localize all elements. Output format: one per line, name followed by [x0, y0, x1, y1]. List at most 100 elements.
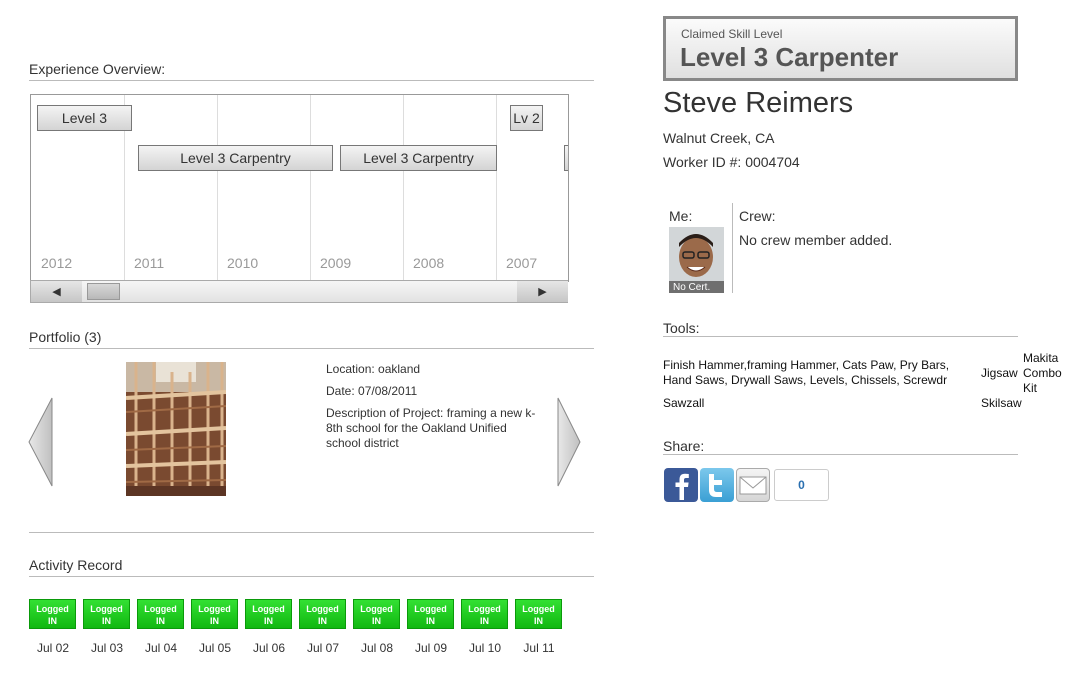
tool-skilsaw: Skilsaw	[981, 396, 1022, 410]
timeline-year-label: 2007	[506, 255, 538, 271]
badge-label: IN	[48, 616, 57, 626]
divider	[29, 80, 594, 81]
badge-label: Logged	[306, 604, 339, 614]
timeline-year-label: 2012	[41, 255, 73, 271]
logged-in-badge[interactable]: Logged IN	[407, 599, 454, 629]
share-title: Share:	[663, 438, 705, 454]
experience-timeline[interactable]: 2012 2011 2010 2009 2008 2007 Level 3 Le…	[30, 94, 569, 282]
logged-in-badge[interactable]: Logged IN	[191, 599, 238, 629]
timeline-gridline	[310, 95, 311, 281]
timeline-bar[interactable]: Lv 2	[510, 105, 543, 131]
scroll-left-button[interactable]: ◀	[31, 281, 82, 302]
tool-makita: Makita Combo Kit	[1023, 351, 1062, 395]
portfolio-location: Location: oakland	[326, 362, 421, 376]
scroll-thumb[interactable]	[87, 283, 120, 300]
activity-date: Jul 11	[523, 641, 555, 655]
facebook-share-button[interactable]	[664, 468, 698, 502]
timeline-year-label: 2008	[413, 255, 445, 271]
logged-in-badge[interactable]: Logged IN	[461, 599, 508, 629]
worker-id: Worker ID #: 0004704	[663, 154, 800, 170]
logged-in-badge[interactable]: Logged IN	[29, 599, 76, 629]
portfolio-date: Date: 07/08/2011	[326, 384, 418, 398]
logged-in-badge[interactable]: Logged IN	[245, 599, 292, 629]
timeline-gridline	[217, 95, 218, 281]
logged-in-badge[interactable]: Logged IN	[353, 599, 400, 629]
logged-in-badge[interactable]: Logged IN	[137, 599, 184, 629]
envelope-icon	[739, 476, 767, 495]
divider	[663, 336, 1018, 337]
activity-record-title: Activity Record	[29, 557, 123, 573]
timeline-scrollbar[interactable]: ◀ ▶	[30, 280, 568, 303]
facebook-icon	[675, 473, 689, 500]
tools-list-line: Finish Hammer,framing Hammer, Cats Paw, …	[663, 358, 950, 372]
crew-text: No crew member added.	[739, 232, 893, 248]
activity-date: Jul 09	[414, 641, 448, 655]
activity-date: Jul 02	[36, 641, 70, 655]
tool-sawzall: Sawzall	[663, 396, 705, 410]
arrow-right-icon: ▶	[538, 286, 547, 298]
timeline-year-label: 2009	[320, 255, 352, 271]
activity-date: Jul 08	[360, 641, 394, 655]
badge-label: Logged	[468, 604, 501, 614]
timeline-gridline	[496, 95, 497, 281]
badge-label: IN	[210, 616, 219, 626]
no-cert-label: No Cert.	[673, 282, 711, 293]
crew-label: Crew:	[739, 208, 776, 224]
timeline-bar[interactable]: Level 3 Carpentry	[340, 145, 497, 171]
badge-label: Logged	[522, 604, 555, 614]
logged-in-badge[interactable]: Logged IN	[515, 599, 562, 629]
badge-label: Logged	[90, 604, 123, 614]
worker-location: Walnut Creek, CA	[663, 130, 775, 146]
divider	[29, 348, 594, 349]
badge-label: Logged	[144, 604, 177, 614]
tool-jigsaw: Jigsaw	[981, 366, 1018, 380]
scroll-right-button[interactable]: ▶	[517, 281, 568, 302]
email-share-button[interactable]	[736, 468, 770, 502]
twitter-share-button[interactable]	[700, 468, 734, 502]
divider	[732, 203, 733, 293]
timeline-bar-partial[interactable]	[564, 145, 568, 171]
tools-title: Tools:	[663, 320, 700, 336]
timeline-bar[interactable]: Level 3 Carpentry	[138, 145, 333, 171]
portfolio-title: Portfolio (3)	[29, 329, 102, 345]
timeline-bar[interactable]: Level 3	[37, 105, 132, 131]
avatar[interactable]: No Cert.	[669, 227, 724, 293]
activity-date: Jul 03	[90, 641, 124, 655]
construction-framing-image	[126, 362, 226, 496]
badge-label: IN	[426, 616, 435, 626]
badge-label: IN	[156, 616, 165, 626]
timeline-year-label: 2010	[227, 255, 259, 271]
activity-date: Jul 10	[468, 641, 502, 655]
divider	[29, 576, 594, 577]
claimed-skill-level-box: Claimed Skill Level Level 3 Carpenter	[663, 16, 1018, 81]
divider	[663, 454, 1018, 455]
skill-level: Level 3 Carpenter	[680, 42, 899, 72]
worker-name: Steve Reimers	[663, 87, 854, 119]
badge-label: IN	[480, 616, 489, 626]
experience-overview-title: Experience Overview:	[29, 61, 166, 77]
timeline-gridline	[403, 95, 404, 281]
portfolio-description: Description of Project: framing a new k-…	[326, 406, 536, 450]
previous-arrow-icon[interactable]	[28, 397, 54, 489]
arrow-left-icon: ◀	[52, 286, 61, 298]
divider	[29, 532, 594, 533]
badge-label: Logged	[36, 604, 69, 614]
me-label: Me:	[669, 208, 693, 224]
logged-in-badge[interactable]: Logged IN	[299, 599, 346, 629]
tools-list-line: Hand Saws, Drywall Saws, Levels, Chissel…	[663, 373, 948, 387]
badge-label: Logged	[252, 604, 285, 614]
badge-label: IN	[318, 616, 327, 626]
twitter-icon	[709, 474, 722, 497]
badge-label: IN	[534, 616, 543, 626]
badge-label: Logged	[360, 604, 393, 614]
next-arrow-icon[interactable]	[556, 397, 582, 489]
portfolio-photo[interactable]	[126, 362, 226, 496]
logged-in-badge[interactable]: Logged IN	[83, 599, 130, 629]
activity-date: Jul 07	[306, 641, 340, 655]
skill-caption: Claimed Skill Level	[681, 27, 783, 41]
activity-date: Jul 06	[252, 641, 286, 655]
badge-label: IN	[264, 616, 273, 626]
timeline-year-label: 2011	[134, 255, 165, 271]
activity-date: Jul 04	[144, 641, 178, 655]
badge-label: Logged	[198, 604, 231, 614]
